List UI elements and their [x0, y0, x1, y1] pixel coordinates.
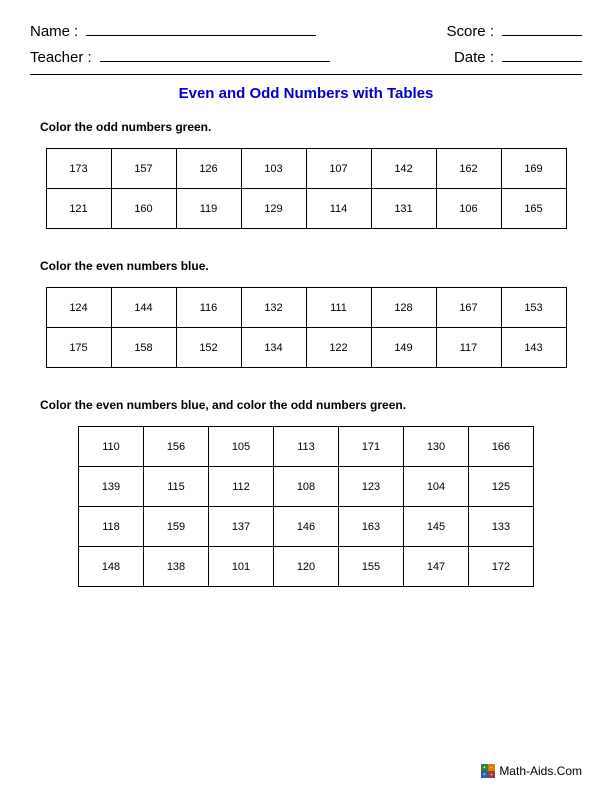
- number-cell: 160: [111, 189, 176, 229]
- number-cell: 149: [371, 328, 436, 368]
- table-row: 175 158 152 134 122 149 117 143: [46, 328, 566, 368]
- number-cell: 157: [111, 149, 176, 189]
- number-cell: 129: [241, 189, 306, 229]
- name-label: Name :: [30, 23, 78, 40]
- number-cell: 117: [436, 328, 501, 368]
- table-row: 118 159 137 146 163 145 133: [79, 507, 534, 547]
- number-cell: 112: [209, 467, 274, 507]
- number-cell: 165: [501, 189, 566, 229]
- number-cell: 155: [339, 547, 404, 587]
- number-cell: 128: [371, 288, 436, 328]
- number-cell: 119: [176, 189, 241, 229]
- name-line: [86, 20, 316, 36]
- teacher-label: Teacher :: [30, 49, 92, 66]
- svg-text:−: −: [490, 765, 493, 771]
- number-cell: 173: [46, 149, 111, 189]
- table-1: 173 157 126 103 107 142 162 169 121 160 …: [46, 148, 567, 229]
- number-cell: 131: [371, 189, 436, 229]
- svg-text:÷: ÷: [490, 772, 493, 778]
- section-3: Color the even numbers blue, and color t…: [40, 398, 572, 587]
- number-cell: 107: [306, 149, 371, 189]
- section-2: Color the even numbers blue. 124 144 116…: [40, 259, 572, 368]
- number-cell: 122: [306, 328, 371, 368]
- number-cell: 175: [46, 328, 111, 368]
- instruction-3: Color the even numbers blue, and color t…: [40, 398, 572, 412]
- number-cell: 134: [241, 328, 306, 368]
- number-cell: 171: [339, 427, 404, 467]
- instruction-1: Color the odd numbers green.: [40, 120, 572, 134]
- table-row: 110 156 105 113 171 130 166: [79, 427, 534, 467]
- number-cell: 101: [209, 547, 274, 587]
- number-cell: 116: [176, 288, 241, 328]
- number-cell: 158: [111, 328, 176, 368]
- footer-site: Math-Aids.Com: [499, 764, 582, 778]
- number-cell: 130: [404, 427, 469, 467]
- number-cell: 152: [176, 328, 241, 368]
- table-row: 121 160 119 129 114 131 106 165: [46, 189, 566, 229]
- number-cell: 145: [404, 507, 469, 547]
- number-cell: 167: [436, 288, 501, 328]
- instruction-2: Color the even numbers blue.: [40, 259, 572, 273]
- date-line: [502, 46, 582, 62]
- number-cell: 139: [79, 467, 144, 507]
- number-cell: 148: [79, 547, 144, 587]
- number-cell: 156: [144, 427, 209, 467]
- number-cell: 132: [241, 288, 306, 328]
- number-cell: 169: [501, 149, 566, 189]
- header-fields: Name : Score : Teacher : Date :: [30, 20, 582, 66]
- number-cell: 106: [436, 189, 501, 229]
- number-cell: 126: [176, 149, 241, 189]
- number-cell: 121: [46, 189, 111, 229]
- number-cell: 104: [404, 467, 469, 507]
- number-cell: 133: [469, 507, 534, 547]
- number-cell: 153: [501, 288, 566, 328]
- number-cell: 105: [209, 427, 274, 467]
- number-cell: 137: [209, 507, 274, 547]
- section-1: Color the odd numbers green. 173 157 126…: [40, 120, 572, 229]
- number-cell: 120: [274, 547, 339, 587]
- table-2: 124 144 116 132 111 128 167 153 175 158 …: [46, 287, 567, 368]
- table-3: 110 156 105 113 171 130 166 139 115 112 …: [78, 426, 534, 587]
- number-cell: 163: [339, 507, 404, 547]
- number-cell: 138: [144, 547, 209, 587]
- number-cell: 113: [274, 427, 339, 467]
- number-cell: 114: [306, 189, 371, 229]
- number-cell: 146: [274, 507, 339, 547]
- number-cell: 123: [339, 467, 404, 507]
- number-cell: 108: [274, 467, 339, 507]
- number-cell: 111: [306, 288, 371, 328]
- number-cell: 142: [371, 149, 436, 189]
- number-cell: 110: [79, 427, 144, 467]
- table-row: 148 138 101 120 155 147 172: [79, 547, 534, 587]
- number-cell: 143: [501, 328, 566, 368]
- svg-text:×: ×: [483, 772, 486, 778]
- number-cell: 118: [79, 507, 144, 547]
- number-cell: 144: [111, 288, 176, 328]
- score-line: [502, 20, 582, 36]
- footer: + − × ÷ Math-Aids.Com: [481, 764, 582, 778]
- date-label: Date :: [454, 49, 494, 66]
- number-cell: 166: [469, 427, 534, 467]
- number-cell: 125: [469, 467, 534, 507]
- number-cell: 162: [436, 149, 501, 189]
- header-rule: [30, 74, 582, 75]
- number-cell: 147: [404, 547, 469, 587]
- table-row: 173 157 126 103 107 142 162 169: [46, 149, 566, 189]
- number-cell: 103: [241, 149, 306, 189]
- score-label: Score :: [446, 23, 494, 40]
- table-row: 124 144 116 132 111 128 167 153: [46, 288, 566, 328]
- svg-text:+: +: [483, 765, 486, 771]
- number-cell: 124: [46, 288, 111, 328]
- number-cell: 159: [144, 507, 209, 547]
- number-cell: 115: [144, 467, 209, 507]
- table-row: 139 115 112 108 123 104 125: [79, 467, 534, 507]
- teacher-line: [100, 46, 330, 62]
- number-cell: 172: [469, 547, 534, 587]
- page-title: Even and Odd Numbers with Tables: [30, 85, 582, 102]
- math-aids-icon: + − × ÷: [481, 764, 495, 778]
